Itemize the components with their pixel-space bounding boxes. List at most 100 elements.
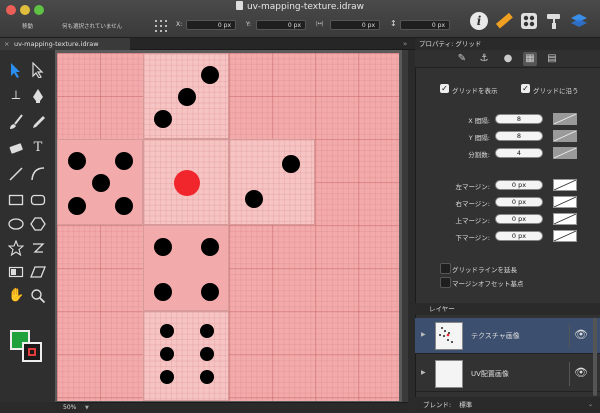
rectangle-tool-icon[interactable] [8,192,24,208]
stroke-color-swatch[interactable] [22,342,42,362]
anchor-inspector-tab-icon[interactable]: ⚓ [477,52,491,66]
blend-label: ブレンド: [423,401,452,409]
margin-bottom-color-swatch[interactable] [553,230,577,242]
layer-row[interactable]: ▶ UV配置画像 👁 [415,356,600,392]
brush-tool-icon[interactable] [8,114,24,130]
paint-roller-icon[interactable] [545,12,563,30]
pip [201,283,219,301]
margin-top-color-swatch[interactable] [553,213,577,225]
pencil-tool-icon[interactable] [30,114,46,130]
disclosure-triangle-icon[interactable]: ▶ [421,369,426,376]
toolbar: uv-mapping-texture.idraw 移動 何も選択されていません … [0,0,600,38]
alignment-grid-icon[interactable] [155,17,167,32]
layer-thumbnail [435,322,463,350]
image-frame-tool-icon[interactable] [8,264,24,280]
arrange-icon[interactable] [520,12,538,30]
node-tool-icon[interactable]: ⟂ [8,88,24,104]
layers-scrollbar[interactable] [593,318,597,396]
info-icon[interactable]: i [470,12,488,30]
extend-lines-label: グリッドラインを延長 [452,266,517,274]
die-face-6[interactable] [143,311,229,401]
margin-left-color-swatch[interactable] [553,179,577,191]
zoom-dropdown-icon[interactable]: ▼ [85,403,89,413]
pip [201,66,219,84]
grid-inspector-tab-icon[interactable]: ▦ [523,52,537,66]
arc-tool-icon[interactable] [30,166,46,182]
y-spacing-field[interactable]: 8 [495,131,543,141]
star-tool-icon[interactable] [8,240,24,256]
x-spacing-color-swatch[interactable] [553,113,577,125]
x-coord-field[interactable]: 0 px [186,20,236,30]
pip [154,110,172,128]
zoom-tool-icon[interactable] [30,288,46,304]
eye-icon[interactable]: 👁 [574,367,588,379]
shape-inspector-tab-icon[interactable]: ● [501,52,515,66]
divisions-color-swatch[interactable] [553,147,577,159]
x-spacing-label: X 間隔: [468,117,490,125]
zoom-level[interactable]: 50% [63,403,76,413]
chevron-down-icon[interactable]: ⌄ [588,397,593,413]
document-tab[interactable]: × uv-mapping-texture.idraw [0,38,130,50]
disclosure-triangle-icon[interactable]: ▶ [421,331,426,338]
pip [115,197,133,215]
y-coord-field[interactable]: 0 px [256,20,306,30]
snap-grid-checkbox[interactable]: ✓ [521,84,530,93]
margin-offset-checkbox[interactable] [440,277,451,288]
blend-mode-select[interactable]: 標準 [459,401,472,409]
rounded-rectangle-tool-icon[interactable] [30,192,46,208]
x-coord-label: X: [176,21,183,28]
fill-stroke-swatches[interactable] [10,330,46,366]
divisions-field[interactable]: 4 [495,148,543,158]
ellipse-tool-icon[interactable] [8,216,24,232]
selection-arrow-icon[interactable] [8,62,24,78]
y-spacing-color-swatch[interactable] [553,130,577,142]
margin-bottom-field[interactable]: 0 px [495,231,543,241]
polygon-tool-icon[interactable] [30,216,46,232]
extend-lines-checkbox[interactable] [440,263,451,274]
direct-selection-icon[interactable] [30,62,46,78]
layers-header: レイヤー [415,303,600,315]
spiral-tool-icon[interactable] [30,240,46,256]
pen-inspector-tab-icon[interactable]: ✎ [455,52,469,66]
die-face-5[interactable] [57,139,143,225]
pip [154,283,172,301]
document-inspector-tab-icon[interactable]: ▤ [545,52,559,66]
pip-red [174,170,200,196]
die-face-4[interactable] [143,225,229,311]
margin-top-label: 上マージン: [455,217,490,225]
die-face-2[interactable] [229,139,315,225]
layer-row[interactable]: ▶ テクスチャ画像 👁 [415,318,600,354]
die-face-3[interactable] [143,53,229,139]
margin-top-field[interactable]: 0 px [495,214,543,224]
status-bar: 50% ▼ [55,402,408,413]
pip [68,197,86,215]
eraser-tool-icon[interactable] [8,140,24,156]
line-tool-icon[interactable] [8,166,24,182]
layers-icon[interactable] [570,12,588,30]
pip [115,152,133,170]
chevron-right-icon[interactable]: » [403,38,407,50]
ruler-icon[interactable] [495,12,513,30]
pip [245,190,263,208]
width-field[interactable]: 0 px [330,20,380,30]
tool-palette: ⟂ T ✋ [0,50,55,402]
height-field[interactable]: 0 px [400,20,450,30]
layer-name[interactable]: UV配置画像 [471,369,509,379]
close-tab-icon[interactable]: × [4,38,9,50]
artboard[interactable] [57,53,399,401]
die-face-1[interactable] [143,139,229,225]
show-grid-checkbox[interactable]: ✓ [440,84,449,93]
skew-tool-icon[interactable] [30,264,46,280]
text-tool-icon[interactable]: T [30,140,46,156]
x-spacing-field[interactable]: 8 [495,114,543,124]
layer-name[interactable]: テクスチャ画像 [471,331,520,341]
margin-right-color-swatch[interactable] [553,196,577,208]
margin-left-field[interactable]: 0 px [495,180,543,190]
pip [154,238,172,256]
margin-right-field[interactable]: 0 px [495,197,543,207]
y-spacing-label: Y 間隔: [468,134,490,142]
eye-icon[interactable]: 👁 [574,329,588,341]
vertical-scrollbar[interactable] [402,50,408,402]
hand-tool-icon[interactable]: ✋ [8,288,24,304]
pen-tool-icon[interactable] [30,88,46,104]
